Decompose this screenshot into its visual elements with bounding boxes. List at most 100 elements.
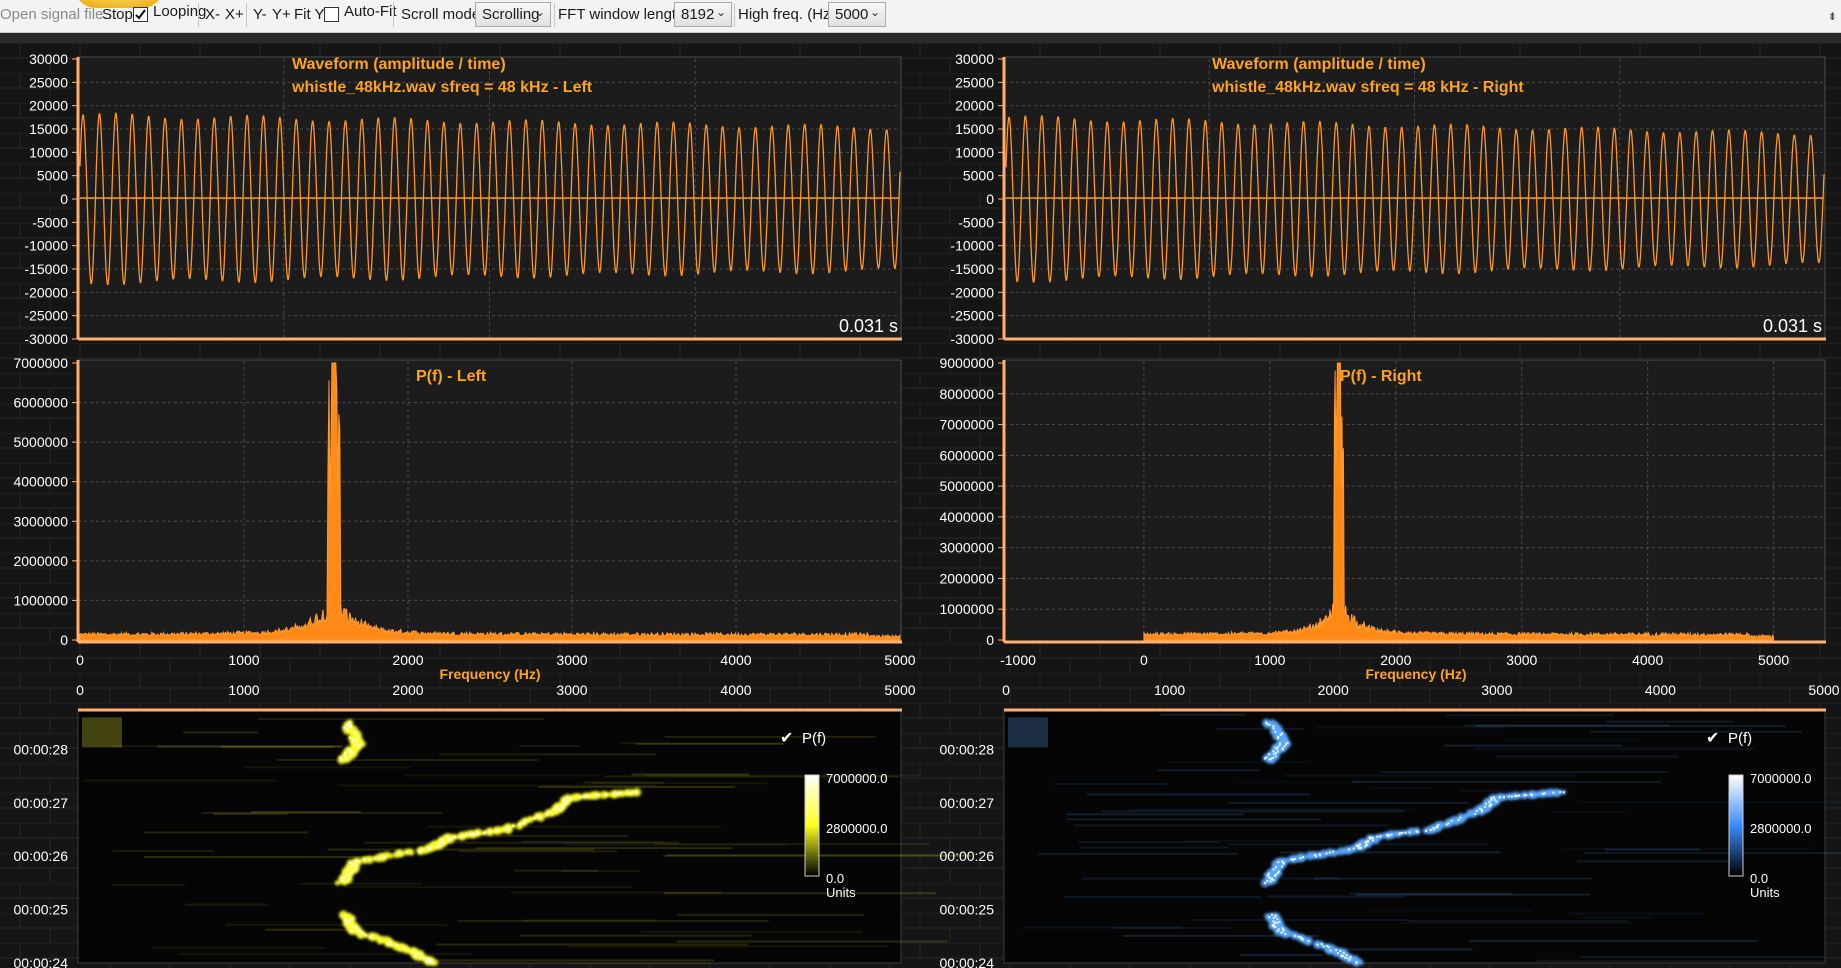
track-core-pixel	[1274, 866, 1277, 869]
track-core-pixel	[1274, 914, 1277, 917]
high-freq-label: High freq. (Hz):	[738, 6, 840, 23]
y-minus-button[interactable]: Y-	[253, 6, 267, 23]
noise-band	[1082, 877, 1340, 880]
track-core-pixel	[1274, 925, 1277, 928]
y-tick-label: 5000000	[13, 434, 68, 450]
y-plus-button[interactable]: Y+	[272, 6, 291, 23]
noise-band	[1073, 824, 1389, 827]
track-core-pixel	[436, 846, 439, 849]
checkmark-icon: ✔	[1706, 728, 1719, 747]
scroll-mode-select[interactable]: Scrolling ⌄	[475, 2, 551, 27]
noise-band	[277, 759, 539, 761]
y-tick-label: 25000	[955, 74, 994, 90]
noise-band	[1160, 713, 1246, 716]
track-core-pixel	[1437, 824, 1440, 827]
scale-min-label: 0.0	[826, 871, 844, 886]
track-core-pixel	[554, 808, 556, 811]
x-tick-label: 3000	[1506, 652, 1537, 668]
x-tick-label: 1000	[228, 652, 259, 668]
track-core-pixel	[344, 918, 347, 921]
track-core-pixel	[1480, 808, 1483, 811]
plot-area[interactable]	[1003, 359, 1826, 642]
noise-band	[1216, 728, 1305, 730]
track-core-pixel	[1425, 829, 1427, 832]
track-core-pixel	[441, 838, 444, 841]
track-core-pixel	[439, 845, 442, 847]
track-core-pixel	[1268, 916, 1271, 919]
track-core-pixel	[355, 743, 358, 746]
track-core-pixel	[346, 880, 348, 883]
track-core-pixel	[1318, 853, 1321, 856]
high-freq-select[interactable]: 5000 ⌄	[828, 2, 886, 27]
time-tick-label: 00:00:27	[940, 795, 995, 811]
noise-band	[151, 946, 325, 949]
track-core-pixel	[1379, 835, 1382, 838]
stop-button[interactable]: Stop	[102, 6, 133, 23]
y-tick-label: -15000	[950, 261, 994, 277]
noise-band	[1228, 801, 1469, 804]
fit-y-button[interactable]: Fit Y	[294, 6, 325, 23]
track-core-pixel	[1272, 920, 1275, 923]
y-tick-label: -5000	[958, 214, 994, 230]
track-core-pixel	[353, 731, 356, 734]
noise-band	[343, 885, 634, 888]
overflow-icon[interactable]: ⇟	[1828, 10, 1837, 23]
noise-band	[1605, 720, 1735, 723]
track-core-pixel	[386, 943, 389, 945]
track-core-pixel	[343, 876, 346, 879]
track-core-pixel	[547, 811, 550, 814]
track-core-pixel	[1337, 952, 1339, 955]
x-tick-label: 4000	[720, 682, 751, 698]
track-core-pixel	[484, 831, 486, 834]
track-core-pixel	[1489, 803, 1492, 806]
track-core-pixel	[1271, 877, 1273, 880]
track-core-pixel	[558, 805, 561, 808]
time-tick-label: 00:00:25	[14, 902, 69, 918]
noise-band	[1063, 896, 1262, 899]
track-core-pixel	[374, 857, 377, 860]
plot-area[interactable]	[77, 359, 902, 642]
track-core-pixel	[1272, 725, 1275, 728]
x-axis-label: Frequency (Hz)	[1365, 666, 1466, 682]
y-tick-label: -25000	[24, 308, 68, 324]
track-core-pixel	[350, 929, 353, 932]
auto-fit-checkbox[interactable]	[324, 7, 339, 22]
open-signal-file-button[interactable]: Open signal file...	[0, 6, 116, 23]
track-core-pixel	[1339, 950, 1342, 952]
track-core-pixel	[1299, 936, 1302, 939]
track-core-pixel	[1398, 832, 1401, 835]
x-tick-label: 5000	[1758, 652, 1789, 668]
track-core-pixel	[1524, 794, 1527, 797]
track-core-pixel	[1364, 845, 1367, 848]
x-plus-button[interactable]: X+	[225, 6, 244, 23]
track-core-pixel	[1293, 857, 1296, 860]
track-core-pixel	[389, 941, 392, 944]
track-core-pixel	[1277, 735, 1280, 738]
track-core-pixel	[1445, 823, 1448, 826]
legend[interactable]: ✔ P(f)	[780, 728, 826, 747]
track-core-pixel	[496, 829, 499, 832]
track-core-pixel	[1277, 870, 1280, 873]
track-core-pixel	[1332, 850, 1335, 853]
track-core-pixel	[1552, 791, 1555, 794]
noise-band	[677, 913, 865, 916]
y-tick-label: 6000000	[13, 395, 68, 411]
y-tick-label: 4000000	[13, 474, 68, 490]
noise-band	[82, 717, 122, 748]
y-tick-label: 30000	[955, 51, 994, 67]
track-core-pixel	[348, 721, 351, 724]
looping-checkbox[interactable]	[133, 7, 148, 22]
track-core-pixel	[597, 794, 600, 797]
fft-window-length-select[interactable]: 8192 ⌄	[674, 2, 732, 27]
legend[interactable]: ✔ P(f)	[1706, 728, 1752, 747]
track-core-pixel	[1274, 746, 1277, 749]
y-tick-label: 0	[986, 632, 994, 648]
noise-band	[1326, 948, 1473, 951]
y-tick-label: -15000	[24, 261, 68, 277]
scale-max-label: 7000000.0	[1750, 771, 1811, 786]
y-tick-label: 7000000	[939, 417, 994, 433]
track-core-pixel	[560, 808, 563, 811]
x-minus-button[interactable]: X-	[205, 6, 220, 23]
track-core-pixel	[1474, 812, 1477, 815]
track-core-pixel	[1297, 935, 1300, 938]
